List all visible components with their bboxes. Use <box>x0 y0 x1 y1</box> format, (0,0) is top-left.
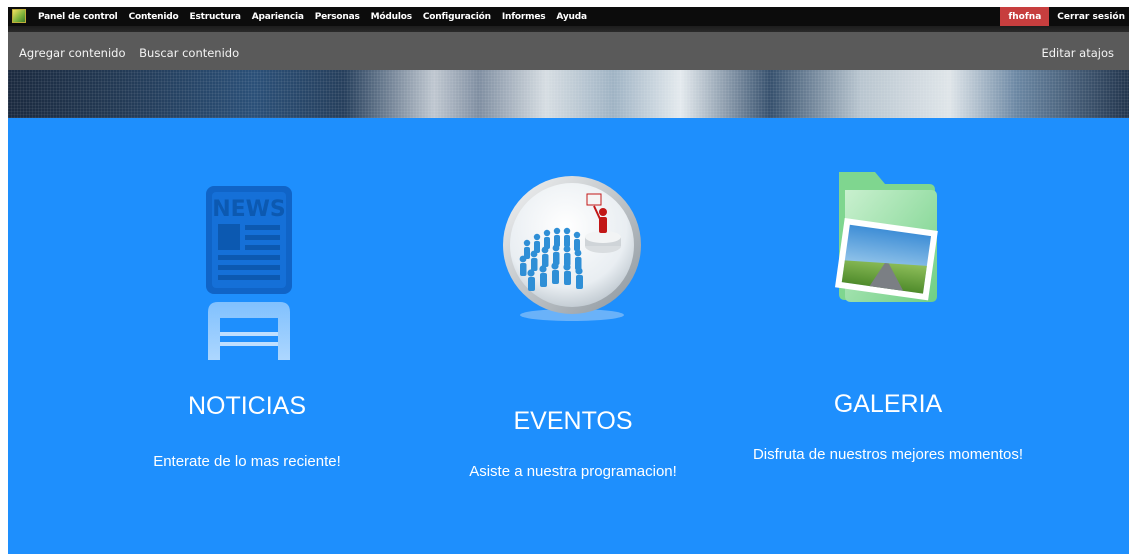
menu-item-contenido[interactable]: Contenido <box>129 12 179 22</box>
logout-link[interactable]: Cerrar sesión <box>1049 12 1129 22</box>
admin-menu: Panel de control Contenido Estructura Ap… <box>38 7 598 26</box>
gallery-subtitle: Disfruta de nuestros mejores momentos! <box>752 446 1024 463</box>
toolbar-user-area: fhofna Cerrar sesión <box>1000 7 1129 26</box>
user-link[interactable]: fhofna <box>1000 7 1050 26</box>
events-icon[interactable] <box>497 165 647 325</box>
main-panel: NEWS NOTICIAS Enterate de lo mas recient… <box>8 118 1129 554</box>
menu-item-apariencia[interactable]: Apariencia <box>252 12 304 22</box>
events-subtitle: Asiste a nuestra programacion! <box>469 463 677 480</box>
svg-text:NEWS: NEWS <box>212 197 286 222</box>
admin-toolbar: Panel de control Contenido Estructura Ap… <box>8 7 1129 26</box>
home-icon[interactable] <box>12 9 26 23</box>
events-title[interactable]: EVENTOS <box>488 407 658 436</box>
menu-item-modulos[interactable]: Módulos <box>371 12 412 22</box>
header-banner-image <box>8 70 1129 118</box>
menu-item-estructura[interactable]: Estructura <box>190 12 241 22</box>
news-card-subtitle: Enterate de lo mas reciente! <box>116 453 378 470</box>
events-card: EVENTOS <box>488 407 658 436</box>
news-subtitle: Enterate de lo mas reciente! <box>153 453 341 470</box>
shortcut-find-content[interactable]: Buscar contenido <box>139 46 239 60</box>
gallery-card-subtitle: Disfruta de nuestros mejores momentos! <box>728 446 1048 463</box>
shortcuts-bar: Agregar contenido Buscar contenido Edita… <box>8 32 1129 70</box>
events-card-subtitle: Asiste a nuestra programacion! <box>438 463 708 480</box>
gallery-icon[interactable] <box>825 162 949 312</box>
news-icon[interactable]: NEWS <box>204 184 294 360</box>
gallery-title[interactable]: GALERIA <box>808 390 968 419</box>
gallery-card: GALERIA <box>808 390 968 419</box>
menu-item-informes[interactable]: Informes <box>502 12 546 22</box>
news-title[interactable]: NOTICIAS <box>166 392 328 421</box>
menu-item-panel-de-control[interactable]: Panel de control <box>38 12 118 22</box>
menu-item-ayuda[interactable]: Ayuda <box>556 12 587 22</box>
shortcut-add-content[interactable]: Agregar contenido <box>19 46 126 60</box>
menu-item-configuracion[interactable]: Configuración <box>423 12 491 22</box>
edit-shortcuts-link[interactable]: Editar atajos <box>1041 46 1114 60</box>
menu-item-personas[interactable]: Personas <box>315 12 360 22</box>
news-card: NOTICIAS <box>166 392 328 421</box>
